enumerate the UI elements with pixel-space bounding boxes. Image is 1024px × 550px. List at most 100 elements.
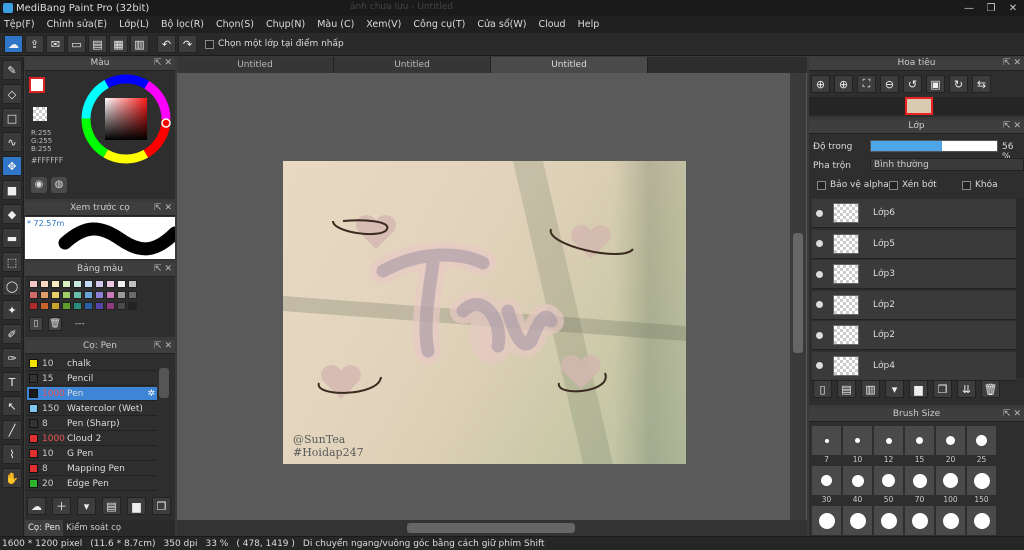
dot-tool-icon[interactable]: ∿ xyxy=(2,132,22,152)
brush-item[interactable]: 8 Pen (Sharp) xyxy=(27,417,157,431)
palette-swatch[interactable] xyxy=(128,291,137,299)
comment-icon[interactable]: ✉ xyxy=(46,35,65,53)
transparent-swatch[interactable] xyxy=(33,107,47,121)
menu-select[interactable]: Chọn(S) xyxy=(216,19,254,30)
pages-icon[interactable]: ▥ xyxy=(130,35,149,53)
palette-swatch[interactable] xyxy=(62,302,71,310)
palette-swatch[interactable] xyxy=(40,302,49,310)
redo-button[interactable]: ↷ xyxy=(178,35,197,53)
palette-swatch[interactable] xyxy=(106,302,115,310)
palette-swatch[interactable] xyxy=(84,291,93,299)
palette-swatch[interactable] xyxy=(84,280,93,288)
minimize-icon[interactable]: — xyxy=(958,0,980,16)
horizontal-scroll-thumb[interactable] xyxy=(407,523,575,533)
page-icon[interactable]: ▭ xyxy=(67,35,86,53)
brush-item[interactable]: 8 Mapping Pen xyxy=(27,462,157,476)
tab-document-2[interactable]: Untitled xyxy=(334,57,491,73)
panel-close-icon[interactable]: ⇱ ✕ xyxy=(1003,57,1021,70)
palette-swatch[interactable] xyxy=(95,291,104,299)
brush-size-preset[interactable] xyxy=(967,426,996,455)
brush-item[interactable]: 15 Pencil xyxy=(27,372,157,386)
brush-size-preset[interactable] xyxy=(843,426,872,455)
palette-swatch[interactable] xyxy=(128,302,137,310)
fill-rect-tool-icon[interactable]: ■ xyxy=(2,180,22,200)
color-wheel[interactable] xyxy=(81,74,171,164)
clipping-option[interactable]: Xén bớt xyxy=(889,180,937,190)
visibility-eye-icon[interactable] xyxy=(816,301,823,308)
brush-settings-icon[interactable]: ▾ xyxy=(77,497,96,515)
palette-swatch[interactable] xyxy=(51,291,60,299)
menu-layer[interactable]: Lớp(L) xyxy=(119,19,149,30)
visibility-eye-icon[interactable] xyxy=(816,270,823,278)
drawing-canvas[interactable]: @SunTea #Hoidap247 xyxy=(283,161,686,464)
brush-item[interactable]: 1000 Pen ✲ xyxy=(27,387,157,401)
rect-tool-icon[interactable]: □ xyxy=(2,108,22,128)
visibility-eye-icon[interactable] xyxy=(816,362,823,369)
bucket-tool-icon[interactable]: ◆ xyxy=(2,204,22,224)
fit-icon[interactable]: ⛶ xyxy=(857,75,876,93)
flip-icon[interactable]: ⇆ xyxy=(972,75,991,93)
brush-folder-icon[interactable]: ▆ xyxy=(127,497,146,515)
manga-icon[interactable]: ▦ xyxy=(109,35,128,53)
tab-document-1[interactable]: Untitled xyxy=(177,57,334,73)
restore-icon[interactable]: ❐ xyxy=(980,0,1002,16)
brush-size-preset[interactable] xyxy=(905,506,934,535)
zoom-in-icon[interactable]: ⊕ xyxy=(811,75,830,93)
document-icon[interactable]: ▤ xyxy=(88,35,107,53)
new-halftone-layer-icon[interactable]: ▤ xyxy=(837,380,856,398)
brush-size-preset[interactable] xyxy=(905,426,934,455)
palette-swatch[interactable] xyxy=(73,302,82,310)
brush-item[interactable]: 1000 Cloud 2 xyxy=(27,432,157,446)
add-layer-menu-icon[interactable]: ▾ xyxy=(885,380,904,398)
eyedropper-icon[interactable]: ⌇ xyxy=(2,444,22,464)
brush-size-preset[interactable] xyxy=(874,426,903,455)
brush-doc-icon[interactable]: ▤ xyxy=(102,497,121,515)
palette-swatch[interactable] xyxy=(29,291,38,299)
palette-swatch[interactable] xyxy=(73,280,82,288)
new-layer-icon[interactable]: ▯ xyxy=(813,380,832,398)
brush-size-preset[interactable] xyxy=(843,506,872,535)
lock-option[interactable]: Khóa xyxy=(962,180,998,190)
actual-size-icon[interactable]: ▣ xyxy=(926,75,945,93)
palette-swatch[interactable] xyxy=(117,280,126,288)
palette-swatch[interactable] xyxy=(51,302,60,310)
visibility-eye-icon[interactable] xyxy=(816,331,823,339)
layer-row[interactable]: Lớp5 xyxy=(812,229,1017,259)
rotate-right-icon[interactable]: ↻ xyxy=(949,75,968,93)
foreground-color[interactable] xyxy=(29,77,45,93)
protect-alpha-option[interactable]: Bảo vệ alpha xyxy=(817,180,889,190)
palette-swatch[interactable] xyxy=(29,302,38,310)
palette-swatch[interactable] xyxy=(62,280,71,288)
brush-size-preset[interactable] xyxy=(936,466,965,495)
palette-swatch[interactable] xyxy=(95,302,104,310)
panel-close-icon[interactable]: ⇱ ✕ xyxy=(154,57,172,70)
navigator-viewport[interactable] xyxy=(905,97,933,115)
menu-help[interactable]: Help xyxy=(578,19,600,30)
vertical-scrollbar[interactable] xyxy=(790,73,806,520)
new-8bit-layer-icon[interactable]: ▥ xyxy=(861,380,880,398)
cloud-icon[interactable]: ☁ xyxy=(4,35,23,53)
visibility-eye-icon[interactable] xyxy=(816,209,823,217)
palette-swatch[interactable] xyxy=(106,280,115,288)
brush-settings-gear-icon[interactable]: ✲ xyxy=(147,389,155,399)
select-eraser-icon[interactable]: ✑ xyxy=(2,348,22,368)
palette-swatch[interactable] xyxy=(73,291,82,299)
text-tool-icon[interactable]: T xyxy=(2,372,22,392)
menu-view[interactable]: Xem(V) xyxy=(366,19,401,30)
lasso-icon[interactable]: ◯ xyxy=(2,276,22,296)
panel-close-icon[interactable]: ⇱ ✕ xyxy=(154,263,172,276)
navigator-preview[interactable] xyxy=(809,97,1024,115)
add-brush-icon[interactable]: ＋ xyxy=(52,497,71,515)
opacity-slider[interactable] xyxy=(870,140,998,152)
panel-close-icon[interactable]: ⇱ ✕ xyxy=(1003,408,1021,421)
brush-item[interactable]: 20 Edge Pen xyxy=(27,477,157,491)
palette-swatch[interactable] xyxy=(95,280,104,288)
palette-swatch[interactable] xyxy=(40,280,49,288)
close-icon[interactable]: ✕ xyxy=(1002,0,1024,16)
share-icon[interactable]: ⇪ xyxy=(25,35,44,53)
brush-size-preset[interactable] xyxy=(812,426,841,455)
gradient-tool-icon[interactable]: ▬ xyxy=(2,228,22,248)
select-layer-checkbox[interactable] xyxy=(205,39,214,49)
color-history-icon[interactable]: ◍ xyxy=(51,177,67,193)
rotate-left-icon[interactable]: ↺ xyxy=(903,75,922,93)
